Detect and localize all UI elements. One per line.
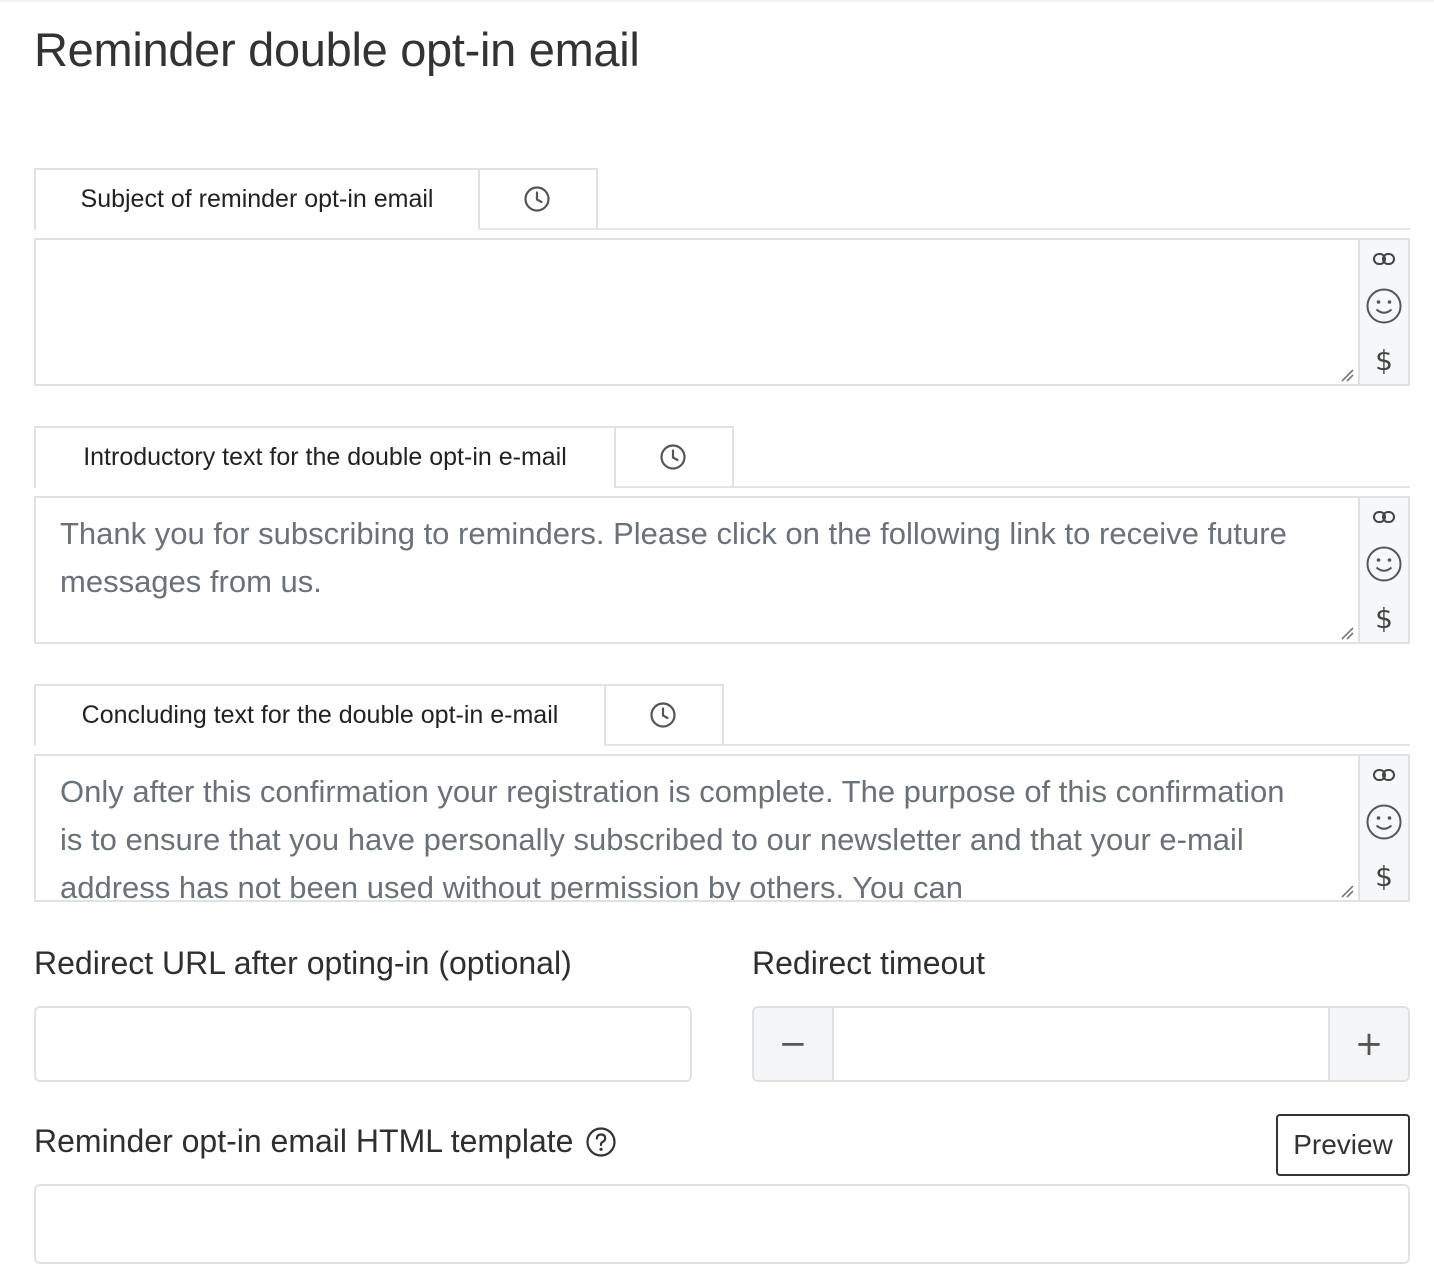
redirect-url-input[interactable] — [34, 1006, 692, 1082]
question-circle-icon[interactable] — [585, 1126, 617, 1158]
redirect-timeout-input[interactable] — [832, 1008, 1330, 1080]
decrement-button[interactable]: − — [754, 1008, 832, 1080]
smiley-icon[interactable] — [1364, 545, 1404, 583]
intro-section: Introductory text for the double opt-in … — [34, 426, 1410, 644]
concluding-section: Concluding text for the double opt-in e-… — [34, 684, 1410, 902]
dollar-variable-icon[interactable]: $ — [1364, 862, 1404, 892]
concluding-editor[interactable]: Only after this confirmation your regist… — [34, 754, 1410, 902]
editor-toolbar: $ — [1358, 498, 1408, 642]
template-label-row: Reminder opt-in email HTML template — [34, 1123, 617, 1160]
page-title: Reminder double opt-in email — [34, 23, 640, 76]
tab-concluding-label: Concluding text for the double opt-in e-… — [81, 700, 559, 729]
tab-subject-label: Subject of reminder opt-in email — [80, 184, 434, 213]
link-icon[interactable] — [1364, 768, 1404, 782]
tab-concluding-schedule[interactable] — [604, 684, 724, 744]
concluding-tabs: Concluding text for the double opt-in e-… — [34, 684, 1410, 746]
resize-handle-icon[interactable] — [1340, 368, 1354, 382]
redirect-timeout-stepper: − + — [752, 1006, 1410, 1082]
template-label: Reminder opt-in email HTML template — [34, 1123, 574, 1159]
intro-text[interactable]: Thank you for subscribing to reminders. … — [60, 510, 1288, 642]
resize-handle-icon[interactable] — [1340, 884, 1354, 898]
smiley-icon[interactable] — [1364, 803, 1404, 841]
template-editor[interactable] — [34, 1184, 1410, 1264]
clock-icon — [524, 186, 550, 212]
tab-intro[interactable]: Introductory text for the double opt-in … — [34, 426, 616, 488]
increment-button[interactable]: + — [1330, 1008, 1408, 1080]
tab-intro-label: Introductory text for the double opt-in … — [83, 442, 567, 471]
concluding-text[interactable]: Only after this confirmation your regist… — [60, 768, 1288, 900]
editor-toolbar: $ — [1358, 756, 1408, 900]
link-icon[interactable] — [1364, 252, 1404, 266]
dollar-variable-icon[interactable]: $ — [1364, 346, 1404, 376]
smiley-icon[interactable] — [1364, 287, 1404, 325]
resize-handle-icon[interactable] — [1340, 626, 1354, 640]
redirect-url-label: Redirect URL after opting-in (optional) — [34, 945, 572, 981]
intro-editor[interactable]: Thank you for subscribing to reminders. … — [34, 496, 1410, 644]
subject-editor[interactable]: $ — [34, 238, 1410, 386]
dollar-variable-icon[interactable]: $ — [1364, 604, 1404, 634]
tab-subject[interactable]: Subject of reminder opt-in email — [34, 168, 480, 230]
tab-subject-schedule[interactable] — [478, 168, 598, 228]
preview-button[interactable]: Preview — [1276, 1114, 1410, 1176]
intro-tabs: Introductory text for the double opt-in … — [34, 426, 1410, 488]
subject-tabs: Subject of reminder opt-in email — [34, 168, 1410, 230]
top-divider — [0, 0, 1434, 3]
tab-concluding[interactable]: Concluding text for the double opt-in e-… — [34, 684, 606, 746]
subject-text[interactable] — [60, 252, 1288, 384]
redirect-timeout-label: Redirect timeout — [752, 945, 985, 981]
clock-icon — [660, 444, 686, 470]
subject-section: Subject of reminder opt-in email $ — [34, 168, 1410, 386]
editor-toolbar: $ — [1358, 240, 1408, 384]
link-icon[interactable] — [1364, 510, 1404, 524]
tab-intro-schedule[interactable] — [614, 426, 734, 486]
clock-icon — [650, 702, 676, 728]
